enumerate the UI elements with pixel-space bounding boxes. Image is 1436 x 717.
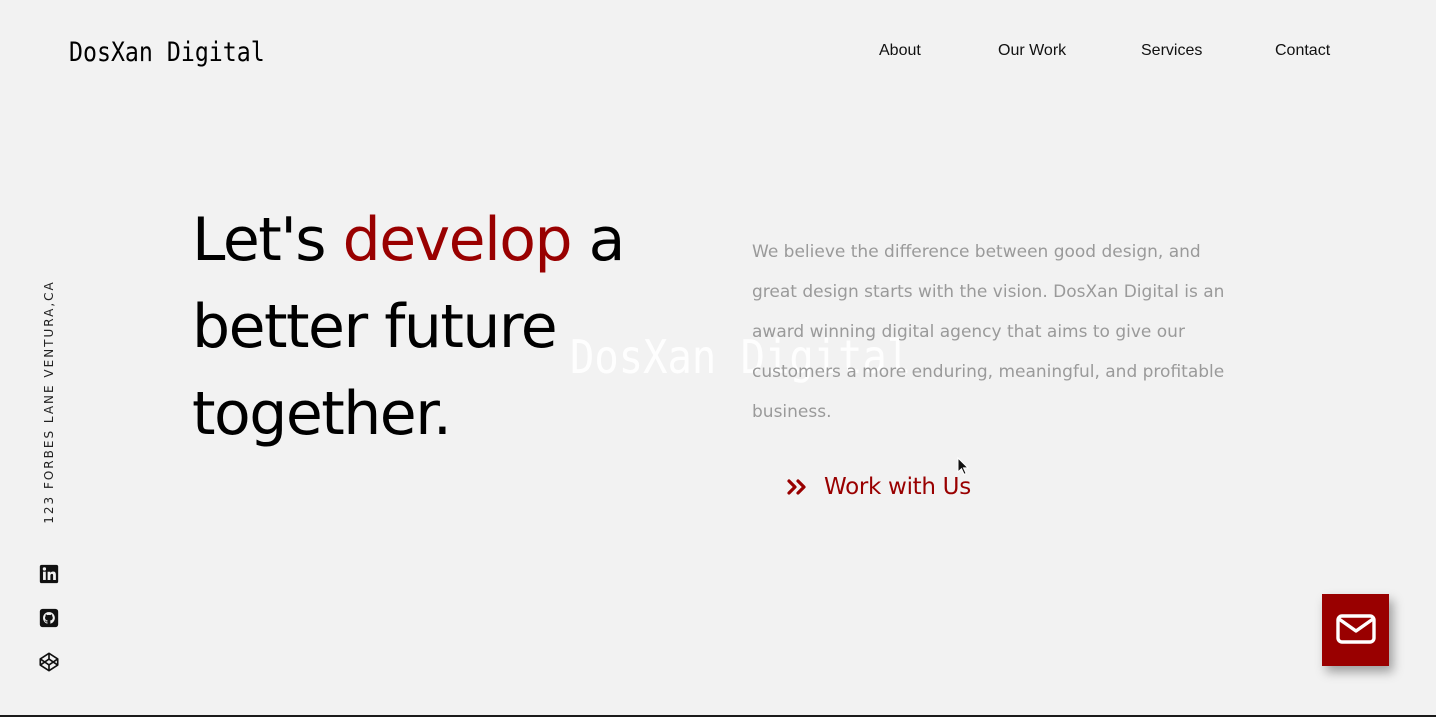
mail-button[interactable]: [1322, 594, 1389, 666]
nav-link-our-work[interactable]: Our Work: [998, 42, 1066, 60]
work-with-us-button[interactable]: Work with Us: [786, 470, 971, 504]
mail-icon: [1335, 613, 1376, 647]
main-nav: About Our Work Services Contact: [0, 42, 1436, 66]
nav-link-services[interactable]: Services: [1141, 42, 1202, 60]
double-chevron-right-icon: [786, 478, 808, 496]
page: DosXan Digital About Our Work Services C…: [0, 0, 1436, 717]
address-vertical: 123 FORBES LANE VENTURA,CA: [42, 280, 56, 524]
github-icon[interactable]: [38, 607, 60, 629]
codepen-icon[interactable]: [38, 651, 60, 673]
work-with-us-label: Work with Us: [824, 474, 971, 500]
headline-accent-word: develop: [342, 205, 573, 275]
headline-part-1: Let's: [192, 205, 343, 275]
hero-intro-paragraph: We believe the difference between good d…: [752, 242, 1225, 422]
linkedin-icon[interactable]: [38, 563, 60, 585]
nav-link-about[interactable]: About: [879, 42, 921, 60]
hero-headline: Let's develop a better future together.: [192, 197, 662, 458]
nav-link-contact[interactable]: Contact: [1275, 42, 1330, 60]
